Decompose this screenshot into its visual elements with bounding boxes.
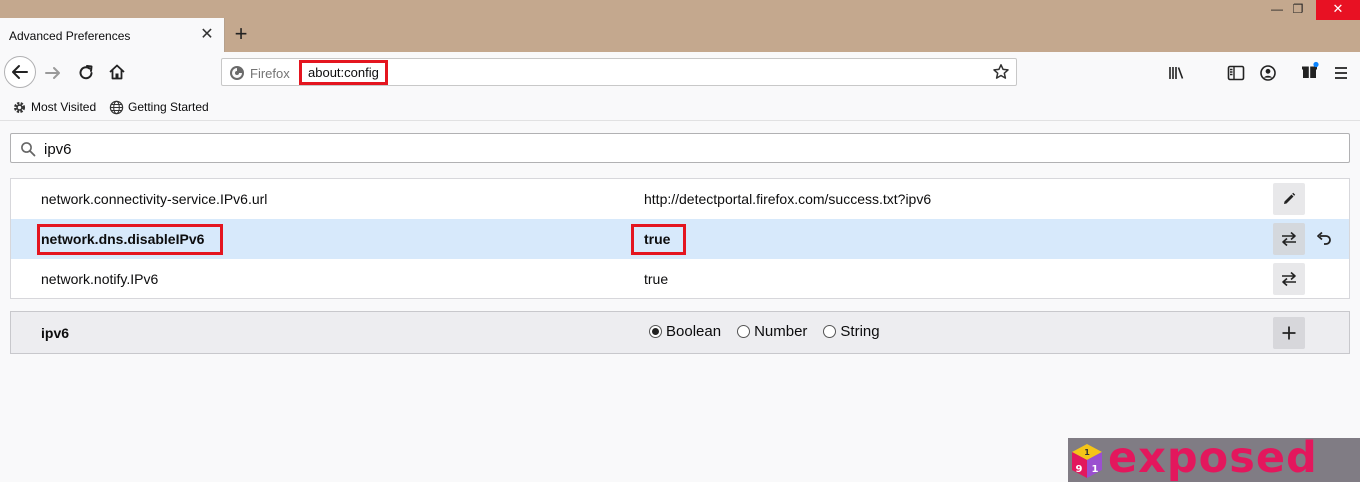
back-button[interactable] xyxy=(4,56,36,88)
add-button[interactable] xyxy=(1273,317,1305,349)
cube-digit-right: 1 xyxy=(1092,464,1099,475)
close-window-button[interactable]: ✕ xyxy=(1316,0,1360,20)
pref-value: http://detectportal.firefox.com/success.… xyxy=(644,191,932,207)
search-value: ipv6 xyxy=(44,141,72,158)
table-row[interactable]: network.notify.IPv6 true xyxy=(11,259,1349,299)
pref-type-radio-group: Boolean Number String xyxy=(649,323,896,340)
bookmarks-toolbar: Most Visited Getting Started xyxy=(0,93,1360,121)
toggle-button[interactable] xyxy=(1273,263,1305,295)
whats-new-gift-icon[interactable] xyxy=(1300,61,1320,81)
add-preference-row: ipv6 Boolean Number String xyxy=(10,311,1350,354)
edit-button[interactable] xyxy=(1273,183,1305,215)
pref-name: network.dns.disableIPv6 xyxy=(41,231,205,247)
pref-name: network.connectivity-service.IPv6.url xyxy=(41,191,268,207)
bookmark-star-icon[interactable] xyxy=(992,63,1010,81)
radio-label: Number xyxy=(754,323,808,340)
bookmark-getting-started[interactable]: Getting Started xyxy=(109,98,209,116)
home-icon[interactable] xyxy=(107,62,127,82)
brand-text: exposed xyxy=(1108,433,1318,482)
new-tab-button[interactable]: + xyxy=(230,23,252,46)
radio-number[interactable]: Number xyxy=(737,323,807,340)
back-arrow-icon xyxy=(12,65,28,79)
bookmark-most-visited[interactable]: Most Visited xyxy=(12,98,96,116)
search-icon xyxy=(21,142,36,157)
radio-boolean-checked-icon xyxy=(649,325,662,338)
radio-label: Boolean xyxy=(666,323,722,340)
pref-name: network.notify.IPv6 xyxy=(41,271,159,287)
url-bar[interactable]: Firefox about:config xyxy=(221,58,1017,86)
exposed-watermark-logo: 1 9 1 exposed xyxy=(1068,434,1360,482)
cube-digit-top: 1 xyxy=(1084,448,1090,457)
about-config-page: ipv6 network.connectivity-service.IPv6.u… xyxy=(0,122,1360,482)
cube-digit-left: 9 xyxy=(1076,464,1083,475)
toggle-button[interactable] xyxy=(1273,223,1305,255)
nav-bar: Firefox about:config xyxy=(0,52,1360,93)
sidebar-icon[interactable] xyxy=(1226,63,1246,83)
toggle-arrows-icon xyxy=(1282,271,1296,287)
tab-advanced-preferences[interactable]: Advanced Preferences ✕ xyxy=(0,18,225,52)
toggle-arrows-icon xyxy=(1282,231,1296,247)
forward-arrow-icon[interactable] xyxy=(43,63,63,83)
radio-string-unchecked-icon xyxy=(823,325,837,338)
radio-boolean[interactable]: Boolean xyxy=(649,323,721,340)
hamburger-menu-icon[interactable] xyxy=(1331,63,1351,83)
cube-logo-icon: 1 9 1 xyxy=(1072,444,1102,478)
restore-button[interactable]: ❐ xyxy=(1286,0,1310,20)
identity-label: Firefox xyxy=(250,66,290,81)
account-icon[interactable] xyxy=(1258,63,1278,83)
title-bar: Advanced Preferences ✕ + — ❐ ✕ xyxy=(0,0,1360,52)
pref-value: true xyxy=(644,271,669,287)
library-icon[interactable] xyxy=(1167,63,1187,83)
reset-button[interactable] xyxy=(1313,229,1335,249)
table-row[interactable]: network.connectivity-service.IPv6.url ht… xyxy=(11,179,1349,219)
globe-icon xyxy=(109,100,124,114)
table-row-selected[interactable]: network.dns.disableIPv6 true xyxy=(11,219,1349,259)
reload-icon[interactable] xyxy=(76,63,96,83)
radio-label: String xyxy=(840,323,880,340)
preferences-table: network.connectivity-service.IPv6.url ht… xyxy=(10,178,1350,299)
gear-icon xyxy=(13,101,26,113)
pref-value: true xyxy=(644,231,671,247)
plus-icon xyxy=(1282,326,1296,340)
firefox-icon xyxy=(230,66,244,80)
bookmark-label: Getting Started xyxy=(128,100,209,114)
pencil-icon xyxy=(1284,192,1296,204)
url-text[interactable]: about:config xyxy=(308,63,379,82)
tab-title: Advanced Preferences xyxy=(9,29,131,43)
undo-icon xyxy=(1317,231,1331,245)
tab-close-icon[interactable]: ✕ xyxy=(199,27,215,43)
radio-number-unchecked-icon xyxy=(737,325,751,338)
url-highlight-box: about:config xyxy=(299,60,388,85)
radio-string[interactable]: String xyxy=(823,323,880,340)
bookmark-label: Most Visited xyxy=(31,100,97,114)
new-pref-name: ipv6 xyxy=(41,325,70,341)
preference-search-input[interactable]: ipv6 xyxy=(10,133,1350,163)
